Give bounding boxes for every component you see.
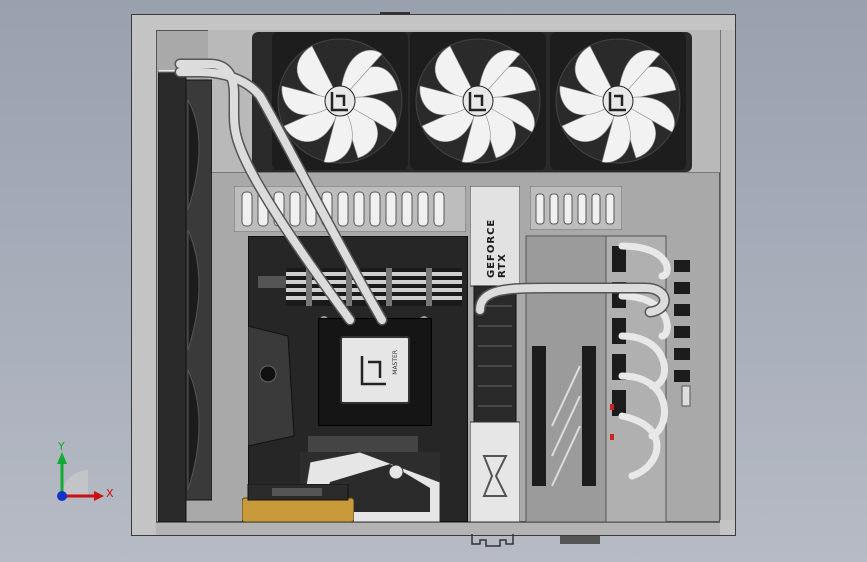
case-foot: [471, 534, 514, 547]
case-foot-right: [560, 536, 600, 544]
case-top-notch: [380, 12, 410, 15]
cpu-block-label: MASTER: [392, 350, 399, 375]
case-bottom-rail: [156, 522, 720, 535]
coolant-tubes: [174, 58, 670, 326]
case-right-rail: [720, 30, 735, 520]
m2-cooler: [242, 484, 354, 522]
axis-triad: X Y: [48, 440, 128, 510]
axis-x-label: X: [106, 487, 114, 500]
cpu-block-logo-icon: [360, 356, 386, 386]
axis-y-label: Y: [58, 440, 65, 453]
